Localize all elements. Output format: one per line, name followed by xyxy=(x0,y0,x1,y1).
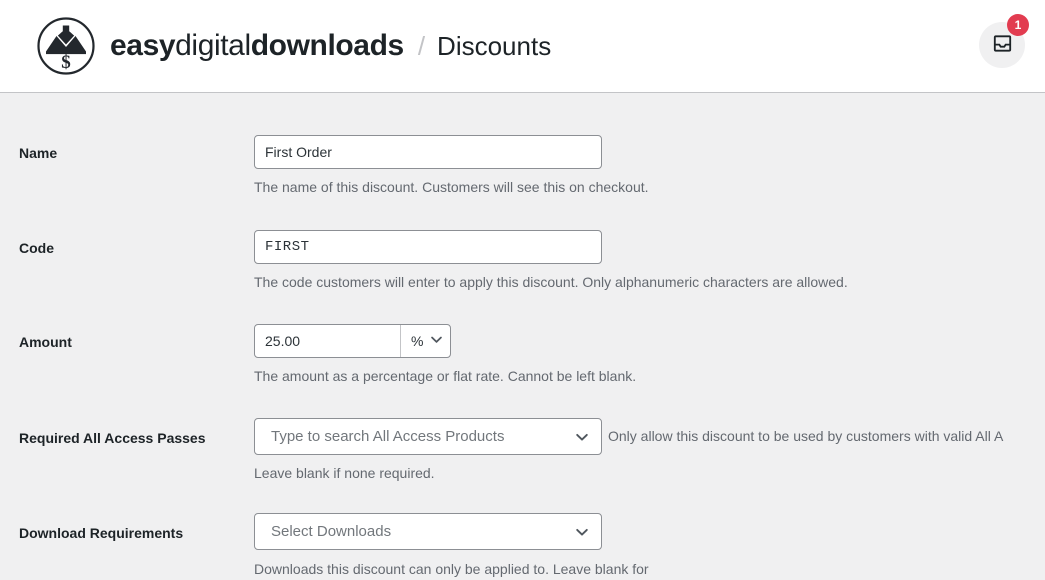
amount-unit-select[interactable]: % xyxy=(400,325,450,357)
field-description-download-requirements: Downloads this discount can only be appl… xyxy=(254,561,649,577)
header-actions: 1 xyxy=(979,14,1029,68)
brand-word-digital: digital xyxy=(175,29,251,62)
notifications-button[interactable]: 1 xyxy=(979,14,1029,68)
amount-control: % xyxy=(254,324,451,358)
all-access-passes-placeholder: Type to search All Access Products xyxy=(271,428,505,445)
field-body-name: The name of this discount. Customers wil… xyxy=(254,135,1045,198)
discount-form: Name The name of this discount. Customer… xyxy=(0,135,1045,580)
edd-logo-icon: $ xyxy=(36,16,96,76)
field-label-amount: Amount xyxy=(19,334,72,350)
field-label-all-access-passes: Required All Access Passes xyxy=(19,430,206,446)
download-requirements-placeholder: Select Downloads xyxy=(271,523,392,540)
admin-header: $ easydigitaldownloads / Discounts 1 xyxy=(0,0,1045,93)
brand-wordmark[interactable]: easydigitaldownloads xyxy=(110,31,404,61)
notification-count-badge: 1 xyxy=(1007,14,1029,36)
breadcrumb-current-page: Discounts xyxy=(437,31,552,61)
amount-input[interactable] xyxy=(255,325,400,357)
field-label-code: Code xyxy=(19,240,54,256)
field-body-download-requirements: Select Downloads Downloads this discount… xyxy=(254,513,1045,580)
field-label-name: Name xyxy=(19,145,58,161)
name-input[interactable] xyxy=(254,135,602,169)
field-description-name: The name of this discount. Customers wil… xyxy=(254,179,649,195)
field-description-amount: The amount as a percentage or flat rate.… xyxy=(254,368,637,384)
code-input[interactable] xyxy=(254,230,602,264)
field-row-download-requirements: Download Requirements Select Downloads D… xyxy=(0,513,1045,580)
all-access-passes-select[interactable]: Type to search All Access Products xyxy=(254,418,602,455)
field-row-all-access-passes: Required All Access Passes Type to searc… xyxy=(0,418,1045,484)
field-label-download-requirements: Download Requirements xyxy=(19,525,184,541)
all-access-passes-control: Type to search All Access Products Only … xyxy=(254,418,1045,455)
all-access-passes-sub-note: Leave blank if none required. xyxy=(254,465,435,481)
field-body-code: The code customers will enter to apply t… xyxy=(254,230,1045,293)
field-row-amount: Amount % The amount as a percentage or f… xyxy=(0,324,1045,387)
brand-word-easy: easy xyxy=(110,29,176,62)
field-body-all-access-passes: Type to search All Access Products Only … xyxy=(254,418,1045,484)
svg-text:$: $ xyxy=(61,52,71,73)
all-access-passes-inline-note: Only allow this discount to be used by c… xyxy=(608,428,1004,444)
brand-word-downloads: downloads xyxy=(250,29,404,62)
download-requirements-control: Select Downloads xyxy=(254,513,1045,550)
breadcrumb-separator: / xyxy=(417,31,426,61)
field-description-code: The code customers will enter to apply t… xyxy=(254,274,848,290)
inbox-icon xyxy=(992,33,1013,57)
brand-breadcrumb: $ easydigitaldownloads / Discounts xyxy=(36,16,551,76)
amount-unit-value: % xyxy=(411,333,424,349)
download-requirements-select[interactable]: Select Downloads xyxy=(254,513,602,550)
name-control xyxy=(254,135,1045,169)
chevron-down-icon xyxy=(575,430,589,444)
field-row-code: Code The code customers will enter to ap… xyxy=(0,230,1045,293)
field-body-amount: % The amount as a percentage or flat rat… xyxy=(254,324,1045,387)
field-row-name: Name The name of this discount. Customer… xyxy=(0,135,1045,198)
code-control xyxy=(254,230,1045,264)
chevron-down-icon xyxy=(575,525,589,539)
chevron-down-icon xyxy=(430,333,443,349)
